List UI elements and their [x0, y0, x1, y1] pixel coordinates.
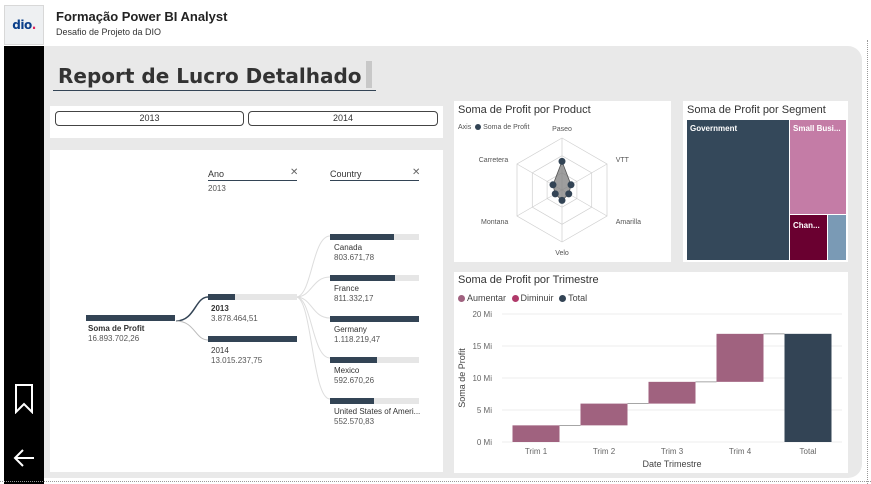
waterfall-chart-card: Soma de Profit por Trimestre Aumentar Di… — [454, 272, 848, 473]
radar-axis-label: Paseo — [552, 126, 572, 133]
ano-filter-value: 2013 — [208, 184, 226, 193]
x-axis-label: Date Trimestre — [642, 459, 701, 469]
radar-point[interactable] — [558, 196, 566, 204]
close-icon[interactable]: ✕ — [412, 167, 420, 178]
x-tick-label: Trim 3 — [661, 447, 684, 456]
year-value: 3.878.464,51 — [211, 314, 258, 323]
close-icon[interactable]: ✕ — [290, 167, 298, 178]
country-bar[interactable] — [330, 234, 394, 240]
country-header-line — [330, 180, 419, 181]
waterfall-bar[interactable] — [580, 403, 628, 426]
waterfall-plot[interactable]: 20 Mi 15 Mi 10 Mi 5 Mi 0 Mi Trim 1 Trim 2 Trim … — [454, 272, 848, 473]
title-underline — [53, 90, 376, 91]
report-title: Report de Lucro Detalhado — [58, 64, 362, 88]
header-bar: dio. Formação Power BI Analyst Desafio d… — [0, 0, 871, 46]
radar-axis-label: Velo — [555, 250, 569, 257]
y-tick-label: 10 Mi — [472, 374, 492, 383]
treemap-other[interactable] — [828, 215, 846, 260]
y-tick-label: 0 Mi — [477, 438, 492, 447]
country-bar[interactable] — [330, 275, 395, 281]
country-bar[interactable] — [330, 357, 377, 363]
y-axis-label: Soma de Profit — [457, 348, 467, 408]
country-bar[interactable] — [330, 398, 374, 404]
radar-chart-card: Soma de Profit por Product Axis Soma de … — [454, 101, 671, 262]
title-accent-bar — [366, 61, 372, 88]
waterfall-bar[interactable] — [716, 333, 764, 382]
waterfall-bar[interactable] — [648, 381, 696, 404]
radar-point[interactable] — [558, 157, 566, 165]
treemap-government[interactable]: Government — [687, 120, 789, 260]
root-bar[interactable] — [86, 315, 175, 321]
radar-point[interactable] — [565, 190, 573, 198]
y-tick-label: 20 Mi — [472, 310, 492, 319]
x-tick-label: Trim 4 — [729, 447, 752, 456]
x-tick-label: Trim 2 — [593, 447, 616, 456]
radar-point[interactable] — [567, 181, 575, 189]
country-label: United States of Ameri... — [334, 407, 421, 416]
country-value: 552.570,83 — [334, 417, 375, 426]
slicer-option-2014[interactable]: 2014 — [248, 111, 438, 126]
y-tick-label: 5 Mi — [477, 406, 492, 415]
decomposition-tree: Ano ✕ 2013 Country ✕ Soma de Profit 16.8… — [50, 150, 443, 472]
country-value: 1.118.219,47 — [334, 335, 381, 344]
page-border-bottom — [0, 481, 871, 482]
waterfall-total-bar[interactable] — [784, 333, 832, 442]
ano-header: Ano — [208, 169, 225, 179]
year-bar[interactable] — [208, 336, 297, 342]
year-bar[interactable] — [208, 294, 235, 300]
radar-point[interactable] — [551, 190, 559, 198]
radar-axis-label: VTT — [616, 157, 630, 164]
y-tick-label: 15 Mi — [472, 342, 492, 351]
x-tick-label: Total — [800, 447, 817, 456]
root-label: Soma de Profit — [88, 324, 145, 333]
year-value: 13.015.237,75 — [211, 356, 263, 365]
radar-axis-label: Carretera — [479, 157, 509, 164]
radar-axis-label: Amarilla — [616, 219, 641, 226]
app-subtitle: Desafio de Projeto da DIO — [56, 27, 162, 37]
radar-axis-label: Montana — [481, 219, 508, 226]
country-bar[interactable] — [330, 316, 419, 322]
country-label: Germany — [334, 325, 367, 334]
country-label: Mexico — [334, 366, 360, 375]
country-value: 803.671,78 — [334, 253, 375, 262]
waterfall-bar[interactable] — [512, 425, 560, 442]
radar-plot[interactable]: Paseo VTT Amarilla Velo Montana Carretera — [454, 101, 671, 262]
side-nav — [4, 46, 44, 484]
country-label: France — [334, 284, 359, 293]
radar-point[interactable] — [549, 181, 557, 189]
page-border-right — [867, 40, 868, 484]
country-value: 592.670,26 — [334, 376, 375, 385]
bookmark-icon[interactable] — [14, 384, 34, 414]
treemap-small-business[interactable]: Small Busi... — [790, 120, 846, 214]
year-slicer: 2013 2014 — [50, 106, 443, 138]
treemap-channel[interactable]: Chan... — [790, 215, 827, 260]
year-label: 2013 — [211, 304, 229, 313]
root-value: 16.893.702,26 — [88, 334, 140, 343]
dio-logo: dio. — [4, 5, 44, 45]
back-arrow-icon[interactable] — [12, 446, 36, 470]
ano-header-line — [208, 180, 297, 181]
treemap-title: Soma de Profit por Segment — [687, 104, 826, 116]
treemap-card: Soma de Profit por Segment Government Sm… — [683, 101, 848, 262]
decomp-connectors — [175, 235, 331, 400]
app-title: Formação Power BI Analyst — [56, 9, 228, 24]
report-app: dio. Formação Power BI Analyst Desafio d… — [0, 0, 871, 484]
year-label: 2014 — [211, 346, 229, 355]
country-header: Country — [330, 169, 362, 179]
slicer-option-2013[interactable]: 2013 — [55, 111, 244, 126]
country-value: 811.332,17 — [334, 294, 374, 303]
country-label: Canada — [334, 243, 363, 252]
x-tick-label: Trim 1 — [525, 447, 548, 456]
